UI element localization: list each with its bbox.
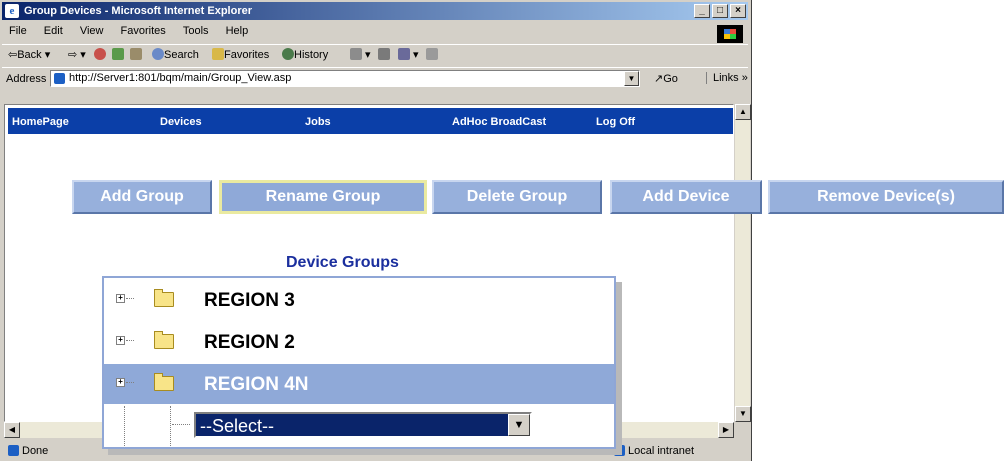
window-controls: _ □ × <box>694 4 746 18</box>
menu-file[interactable]: File <box>2 22 34 37</box>
folder-icon <box>154 331 174 349</box>
search-icon <box>152 48 164 60</box>
menu-tools[interactable]: Tools <box>176 22 216 37</box>
menu-favorites[interactable]: Favorites <box>114 22 173 37</box>
title-bar: e Group Devices - Microsoft Internet Exp… <box>2 2 748 20</box>
device-groups-title: Device Groups <box>286 254 399 271</box>
go-button[interactable]: ↗Go <box>654 72 678 85</box>
go-arrow-icon: ↗ <box>654 73 664 85</box>
address-label: Address <box>6 73 47 85</box>
menu-view[interactable]: View <box>73 22 111 37</box>
forward-button[interactable]: ⇨ ▾ <box>68 48 86 61</box>
menu-help[interactable]: Help <box>219 22 256 37</box>
add-device-button[interactable]: Add Device <box>610 180 762 214</box>
folder-icon <box>154 373 174 391</box>
scroll-right-icon[interactable]: ▶ <box>718 422 734 438</box>
tree-connector <box>126 382 134 383</box>
status-done: Done <box>8 445 48 457</box>
scroll-down-icon[interactable]: ▼ <box>735 406 751 422</box>
print-icon[interactable] <box>378 48 390 61</box>
scroll-up-icon[interactable]: ▲ <box>735 104 751 120</box>
address-bar: Address http://Server1:801/bqm/main/Grou… <box>2 67 748 90</box>
forward-label: ⇨ <box>68 49 78 61</box>
address-dropdown-icon[interactable]: ▼ <box>624 71 639 86</box>
tree-item-select-row: --Select-- ▼ <box>104 406 614 446</box>
maximize-button[interactable]: □ <box>712 4 728 18</box>
delete-group-button[interactable]: Delete Group <box>432 180 602 214</box>
tree-connector <box>126 340 134 341</box>
tree-connector <box>126 298 134 299</box>
zone-text: Local intranet <box>628 445 695 457</box>
expand-icon[interactable]: + <box>116 336 125 345</box>
edit-icon[interactable]: ▾ <box>398 48 419 61</box>
ie-logo-icon: e <box>5 4 19 18</box>
address-input[interactable]: http://Server1:801/bqm/main/Group_View.a… <box>50 70 640 87</box>
device-groups-tree: + REGION 3 + REGION 2 + REGION 4N --Sele… <box>102 276 616 449</box>
minimize-button[interactable]: _ <box>694 4 710 18</box>
group-select-value: --Select-- <box>200 416 275 436</box>
chevron-down-icon[interactable]: ▼ <box>508 414 530 436</box>
history-label: History <box>294 49 329 61</box>
site-navbar: HomePage Devices Jobs AdHoc BroadCast Lo… <box>8 108 733 134</box>
rename-group-button[interactable]: Rename Group <box>219 180 427 214</box>
go-label: Go <box>663 73 678 85</box>
tree-item-label: REGION 4N <box>204 374 309 395</box>
tree-connector <box>170 406 171 446</box>
tree-item-label: REGION 2 <box>204 332 295 353</box>
home-icon[interactable] <box>130 48 142 61</box>
favorites-button[interactable]: Favorites <box>212 48 269 61</box>
toolbar: ⇦Back ▾ ⇨ ▾ Search Favorites History ▾ ▾ <box>2 44 748 68</box>
status-zone: Local intranet <box>614 445 694 457</box>
tree-item-region-2[interactable]: + REGION 2 <box>104 322 614 362</box>
close-button[interactable]: × <box>730 4 746 18</box>
menu-edit[interactable]: Edit <box>37 22 70 37</box>
links-button[interactable]: Links » <box>706 72 748 84</box>
favorites-label: Favorites <box>224 49 270 61</box>
nav-log-off[interactable]: Log Off <box>596 116 635 128</box>
windows-logo-icon <box>717 25 743 43</box>
menu-bar: File Edit View Favorites Tools Help <box>2 22 748 42</box>
folder-icon <box>154 289 174 307</box>
tree-item-region-4n[interactable]: + REGION 4N <box>104 364 614 404</box>
vertical-scrollbar[interactable]: ▲ ▼ <box>734 104 751 422</box>
nav-devices[interactable]: Devices <box>160 116 202 128</box>
page-done-icon <box>8 445 19 456</box>
tree-connector <box>172 424 190 425</box>
scroll-left-icon[interactable]: ◀ <box>4 422 20 438</box>
history-icon <box>282 48 294 60</box>
page-icon <box>54 73 65 84</box>
back-label: ⇦Back <box>8 49 42 61</box>
mail-icon[interactable]: ▾ <box>350 48 371 61</box>
back-button[interactable]: ⇦Back ▾ <box>8 48 50 61</box>
discuss-icon[interactable] <box>426 48 438 61</box>
favorites-icon <box>212 48 224 60</box>
nav-homepage[interactable]: HomePage <box>12 116 69 128</box>
refresh-icon[interactable] <box>112 48 124 61</box>
expand-icon[interactable]: + <box>116 294 125 303</box>
nav-adhoc-broadcast[interactable]: AdHoc BroadCast <box>452 116 546 128</box>
window-title: Group Devices - Microsoft Internet Explo… <box>24 5 252 17</box>
tree-connector <box>124 406 125 446</box>
tree-item-region-3[interactable]: + REGION 3 <box>104 280 614 320</box>
stop-icon[interactable] <box>94 48 106 61</box>
nav-jobs[interactable]: Jobs <box>305 116 331 128</box>
tree-item-label: REGION 3 <box>204 290 295 311</box>
remove-devices-button[interactable]: Remove Device(s) <box>768 180 1004 214</box>
search-label: Search <box>164 49 199 61</box>
add-group-button[interactable]: Add Group <box>72 180 212 214</box>
history-button[interactable]: History <box>282 48 328 61</box>
search-button[interactable]: Search <box>152 48 199 61</box>
group-select[interactable]: --Select-- ▼ <box>194 412 532 438</box>
status-text: Done <box>22 445 49 457</box>
address-url: http://Server1:801/bqm/main/Group_View.a… <box>69 72 292 84</box>
expand-icon[interactable]: + <box>116 378 125 387</box>
